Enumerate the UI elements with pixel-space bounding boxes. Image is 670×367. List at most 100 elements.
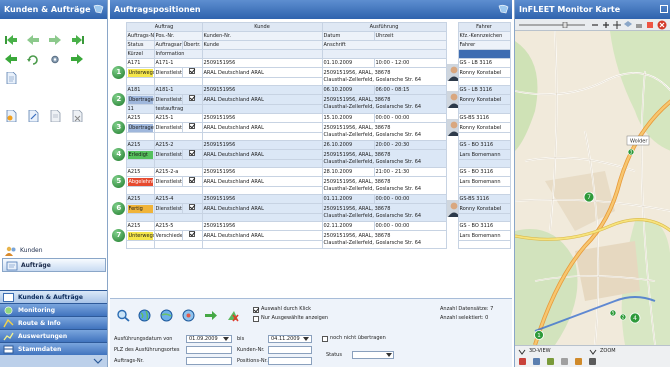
nav-auswertungen[interactable]: Auswertungen	[0, 329, 107, 342]
table-row[interactable]: 2 A181 A181-1 2509151956 06.10.2009 06:00 - 0…	[112, 85, 511, 114]
uebertragen-checkbox[interactable]	[189, 177, 195, 183]
row-number-badge[interactable]: 6	[112, 194, 126, 222]
col-kunden-nr[interactable]: Kunden-Nr.	[201, 31, 323, 41]
row-number-badge[interactable]: 1	[112, 58, 126, 86]
orders-panel-pin-icon[interactable]	[498, 4, 509, 14]
uebertragen-checkbox[interactable]	[189, 68, 195, 74]
print-icon[interactable]	[635, 21, 643, 29]
map-marker-3[interactable]: 3	[627, 148, 635, 156]
col-kuerzel[interactable]: Kürzel	[125, 49, 155, 59]
table-row[interactable]: 7 A215 A215-5 2509151956 02.11.2009 00:00 - 0…	[112, 221, 511, 249]
uebertragen-checkbox[interactable]	[189, 150, 195, 156]
clear-filter-icon[interactable]	[226, 309, 240, 322]
col-pos-nr[interactable]: Pos.-Nr.	[153, 31, 203, 41]
zoom-out-icon[interactable]	[591, 21, 599, 29]
map-marker-1[interactable]: 1	[534, 330, 544, 340]
col-datum[interactable]: Datum	[321, 31, 375, 41]
document-icon[interactable]	[4, 72, 18, 84]
positions-nr-input[interactable]	[268, 357, 312, 365]
map-marker-5[interactable]: 5	[609, 309, 617, 317]
previous-record-icon[interactable]	[26, 34, 40, 46]
refresh-icon[interactable]	[26, 53, 40, 65]
pan-icon[interactable]	[613, 21, 621, 29]
forward-arrow-icon[interactable]	[70, 53, 84, 65]
row-number-badge[interactable]: 2	[112, 85, 126, 114]
table-row[interactable]: 4 A215 A215-2 2509151956 26.10.2009 20:00 - 2…	[112, 140, 511, 168]
row-number-badge[interactable]: 5	[112, 167, 126, 195]
view-3d-label[interactable]: 3D-VIEW	[529, 347, 551, 355]
new-document-icon[interactable]	[4, 110, 18, 122]
copy-document-icon[interactable]	[48, 110, 62, 122]
map-tool-dark-icon[interactable]	[589, 358, 596, 365]
col-information[interactable]: Information	[153, 49, 203, 59]
map-tool-green-icon[interactable]	[547, 358, 554, 365]
table-row[interactable]: 6 A215 A215-4 2509151956 01.11.2009 00:00 - 0…	[112, 194, 511, 222]
maximize-icon[interactable]	[660, 5, 668, 13]
map-tool-red-icon[interactable]	[519, 358, 526, 365]
map-marker-2[interactable]: 2	[619, 313, 627, 321]
layers-icon[interactable]	[624, 21, 632, 29]
delete-document-icon[interactable]	[70, 110, 84, 122]
col-auftrags-nr[interactable]: Auftrags-Nr.	[125, 31, 155, 41]
col-uebertragen[interactable]: Übertr.	[181, 40, 203, 50]
map-marker-4[interactable]: 4	[629, 312, 641, 324]
transfer-arrow-icon[interactable]	[204, 309, 218, 322]
noch-nicht-uebertragen-checkbox[interactable]	[322, 336, 328, 342]
nav-route-info[interactable]: Route & Info	[0, 316, 107, 329]
nur-ausgewaehlte-checkbox[interactable]	[253, 316, 259, 322]
view-3d-expand-icon[interactable]	[518, 348, 526, 356]
map-tool-orange-icon[interactable]	[575, 358, 582, 365]
col-fahrer[interactable]: Fahrer	[457, 40, 511, 50]
nav-kunden-auftraege[interactable]: Kunden & Aufträge	[0, 290, 107, 303]
search-icon[interactable]	[116, 309, 130, 322]
map-marker-7[interactable]: 7	[583, 191, 595, 203]
datum-von-dropdown-icon[interactable]	[223, 337, 229, 341]
zoom-label[interactable]: ZOOM	[600, 347, 616, 355]
col-kunde[interactable]: Kunde	[201, 40, 323, 50]
last-record-icon[interactable]	[70, 34, 84, 46]
nav-item-auftraege[interactable]: Aufträge	[2, 258, 106, 272]
row-number-badge[interactable]: 4	[112, 140, 126, 168]
status-dropdown-icon[interactable]	[386, 353, 392, 357]
back-arrow-icon[interactable]	[4, 53, 18, 65]
settings-icon[interactable]	[48, 53, 62, 65]
zoom-expand-icon[interactable]	[589, 348, 597, 356]
col-auftragsart[interactable]: Auftragsart	[153, 40, 183, 50]
uebertragen-checkbox[interactable]	[189, 204, 195, 210]
panel-collapse-icon[interactable]	[93, 4, 104, 14]
table-row[interactable]: 3 A215 A215-1 2509151956 15.10.2009 00:00 - 0…	[112, 113, 511, 141]
globe-icon[interactable]	[160, 309, 174, 322]
row-number-badge[interactable]: 3	[112, 113, 126, 141]
col-kfz[interactable]: Kfz.-Kennzeichen	[457, 31, 511, 41]
col-anschrift[interactable]: Anschrift	[321, 40, 447, 50]
col-status[interactable]: Status	[125, 40, 155, 50]
first-record-icon[interactable]	[4, 34, 18, 46]
map-close-icon[interactable]	[657, 20, 667, 30]
auswahl-klick-checkbox[interactable]	[253, 307, 259, 313]
kunden-nr-input[interactable]	[268, 346, 312, 354]
map-tool-gray-icon[interactable]	[561, 358, 568, 365]
zoom-slider[interactable]	[519, 22, 585, 28]
zoom-in-icon[interactable]	[602, 21, 610, 29]
legend-icon[interactable]	[646, 21, 654, 29]
map-tool-blue-icon[interactable]	[533, 358, 540, 365]
uebertragen-checkbox[interactable]	[189, 231, 195, 237]
next-record-icon[interactable]	[48, 34, 62, 46]
edit-document-icon[interactable]	[26, 110, 40, 122]
globe-route-icon[interactable]	[182, 309, 196, 322]
plz-input[interactable]	[186, 346, 232, 354]
uebertragen-checkbox[interactable]	[189, 95, 195, 101]
table-row[interactable]: 5 A215 A215-2-a 2509151956 28.10.2009 21:00 -…	[112, 167, 511, 195]
configure-nav-icon[interactable]	[93, 357, 103, 365]
map-canvas[interactable]: Wolder 7 3 4 1 2 5	[515, 31, 670, 345]
nav-stammdaten[interactable]: Stammdaten	[0, 342, 107, 355]
nav-monitoring[interactable]: Monitoring	[0, 303, 107, 316]
datum-bis-dropdown-icon[interactable]	[303, 337, 309, 341]
uebertragen-checkbox[interactable]	[189, 123, 195, 129]
globe-search-icon[interactable]	[138, 309, 152, 322]
col-uhrzeit[interactable]: Uhrzeit	[373, 31, 447, 41]
nav-item-kunden[interactable]: Kunden	[2, 244, 106, 258]
table-row[interactable]: 1 A171 A171-1 2509151956 01.10.2009 10:00 - 1…	[112, 58, 511, 86]
auftrags-nr-input[interactable]	[186, 357, 232, 365]
row-number-badge[interactable]: 7	[112, 221, 126, 249]
